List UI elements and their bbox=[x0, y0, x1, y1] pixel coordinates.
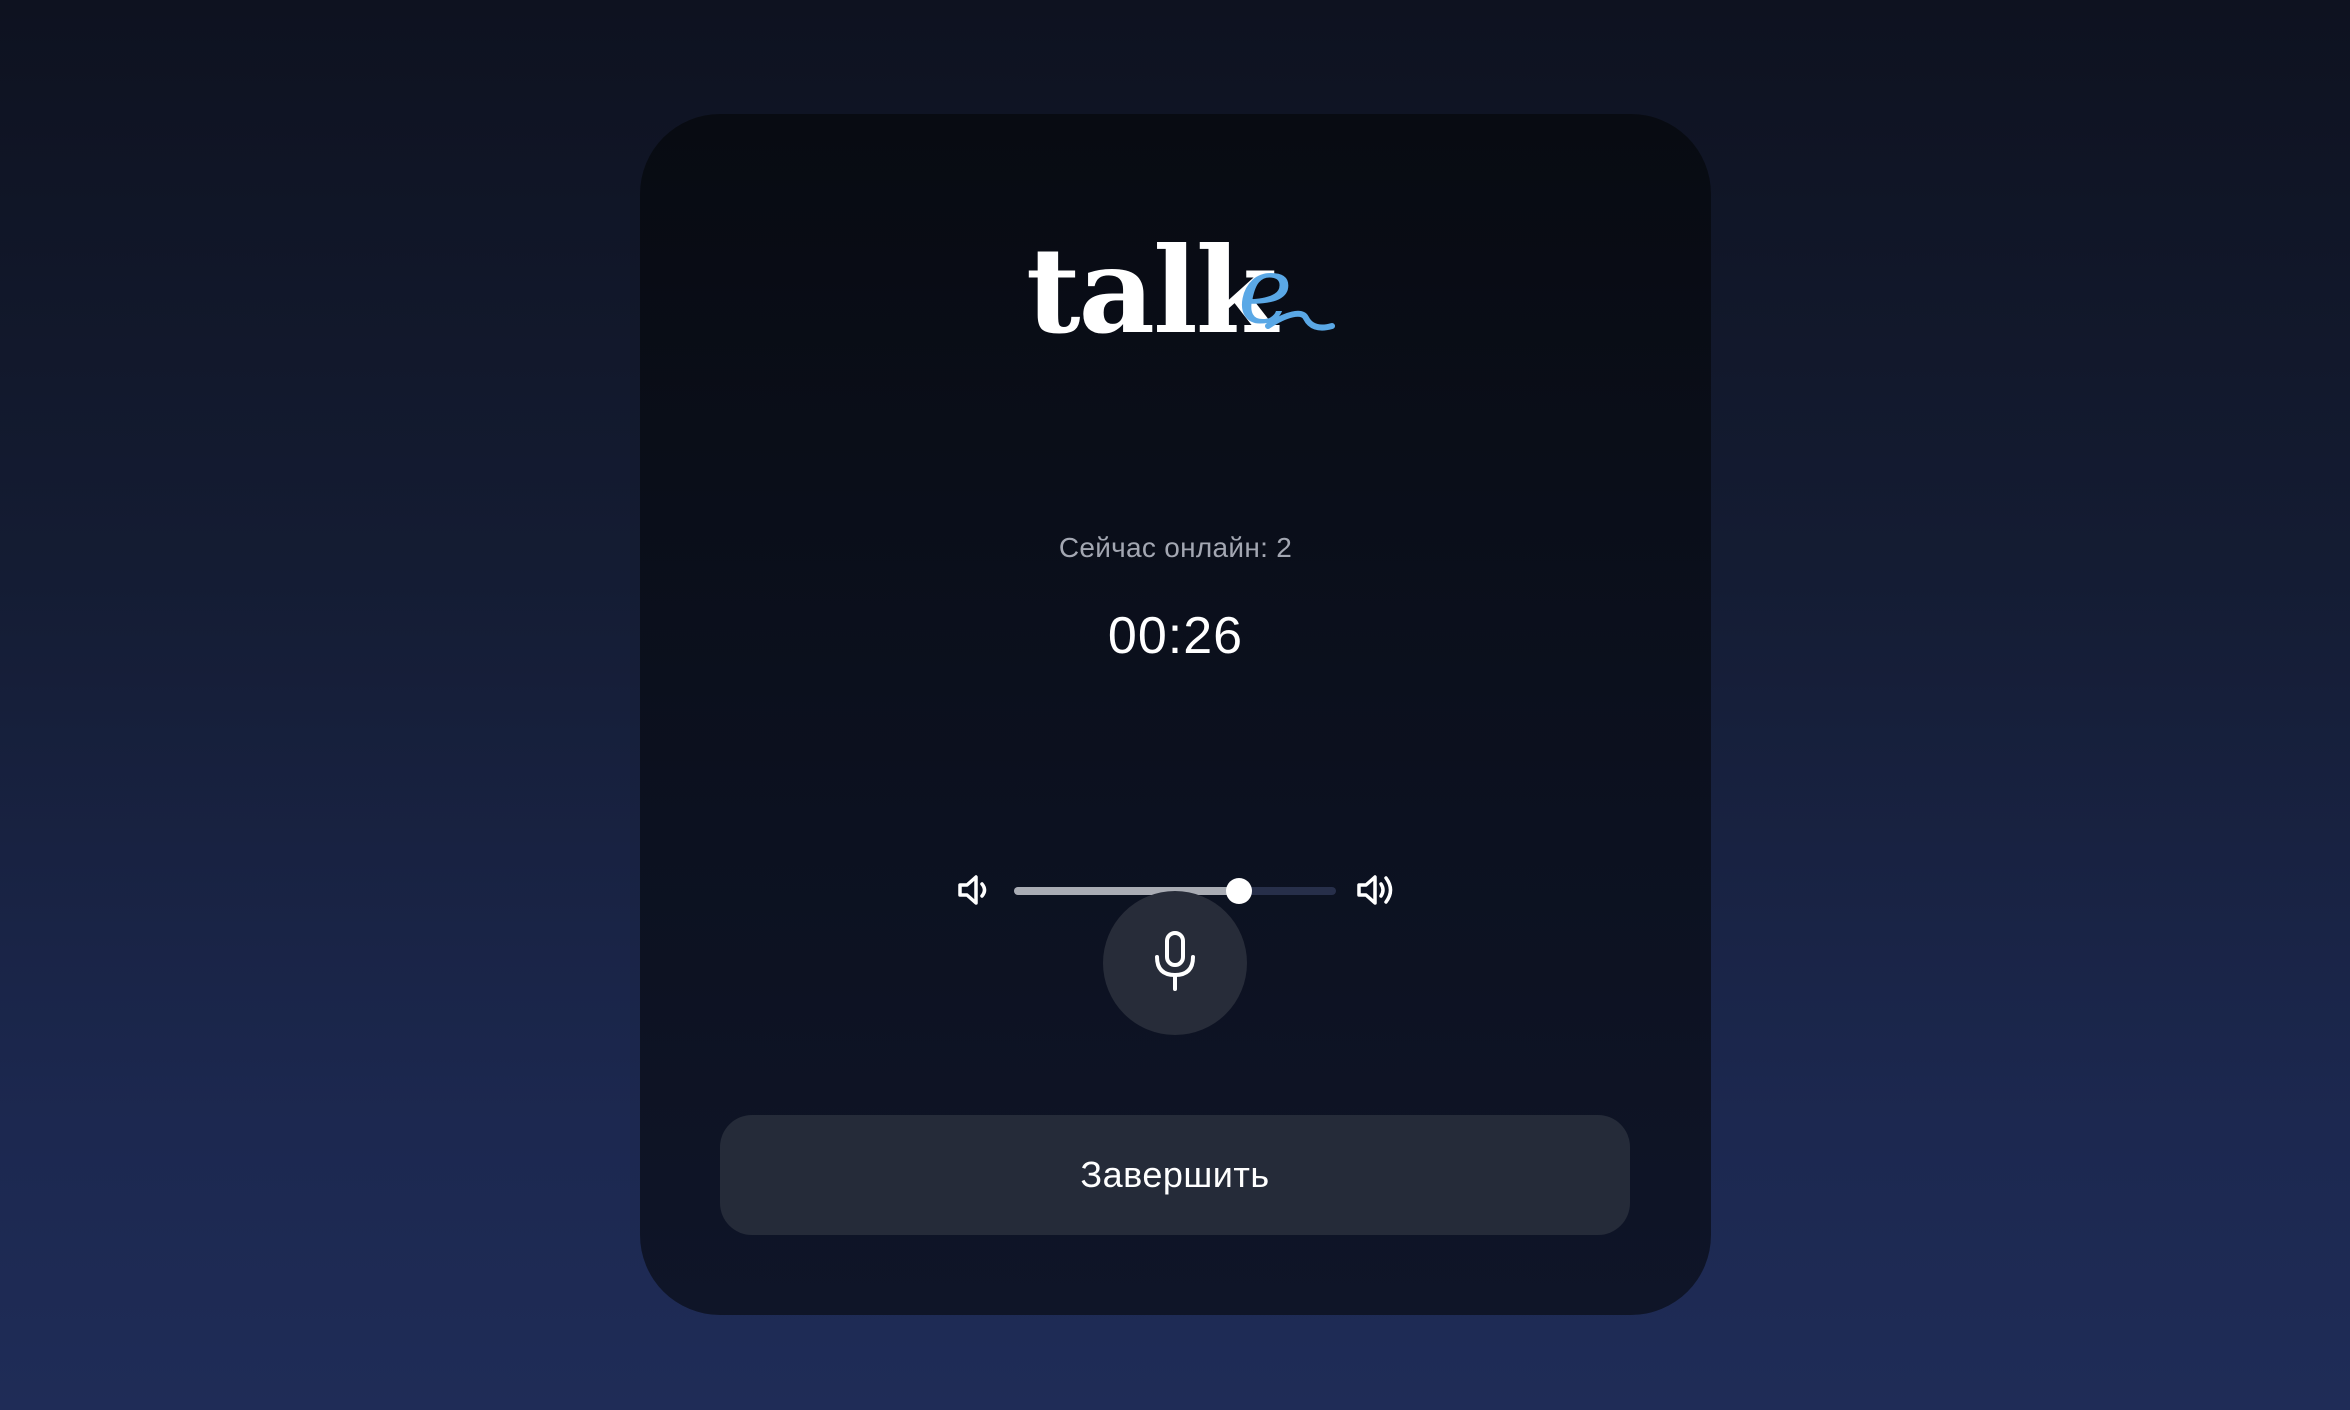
volume-slider-thumb[interactable] bbox=[1226, 878, 1253, 904]
online-count: Сейчас онлайн: 2 bbox=[1058, 532, 1293, 563]
call-timer: 00:26 bbox=[1107, 607, 1244, 665]
call-card: talk e Сейчас онлайн: 2 00:26 Завершить bbox=[640, 114, 1711, 1315]
end-call-button[interactable]: Завершить bbox=[720, 1115, 1630, 1235]
volume-low-icon[interactable] bbox=[954, 870, 994, 910]
talke-logo-graphic: talk e bbox=[1026, 221, 1335, 360]
volume-slider-fill bbox=[1014, 887, 1240, 895]
svg-text:e: e bbox=[1238, 237, 1292, 344]
volume-high-icon[interactable] bbox=[1355, 870, 1395, 910]
microphone-icon bbox=[1149, 929, 1201, 998]
talke-logo: talk e bbox=[640, 214, 1711, 474]
microphone-button[interactable] bbox=[1103, 891, 1247, 1035]
